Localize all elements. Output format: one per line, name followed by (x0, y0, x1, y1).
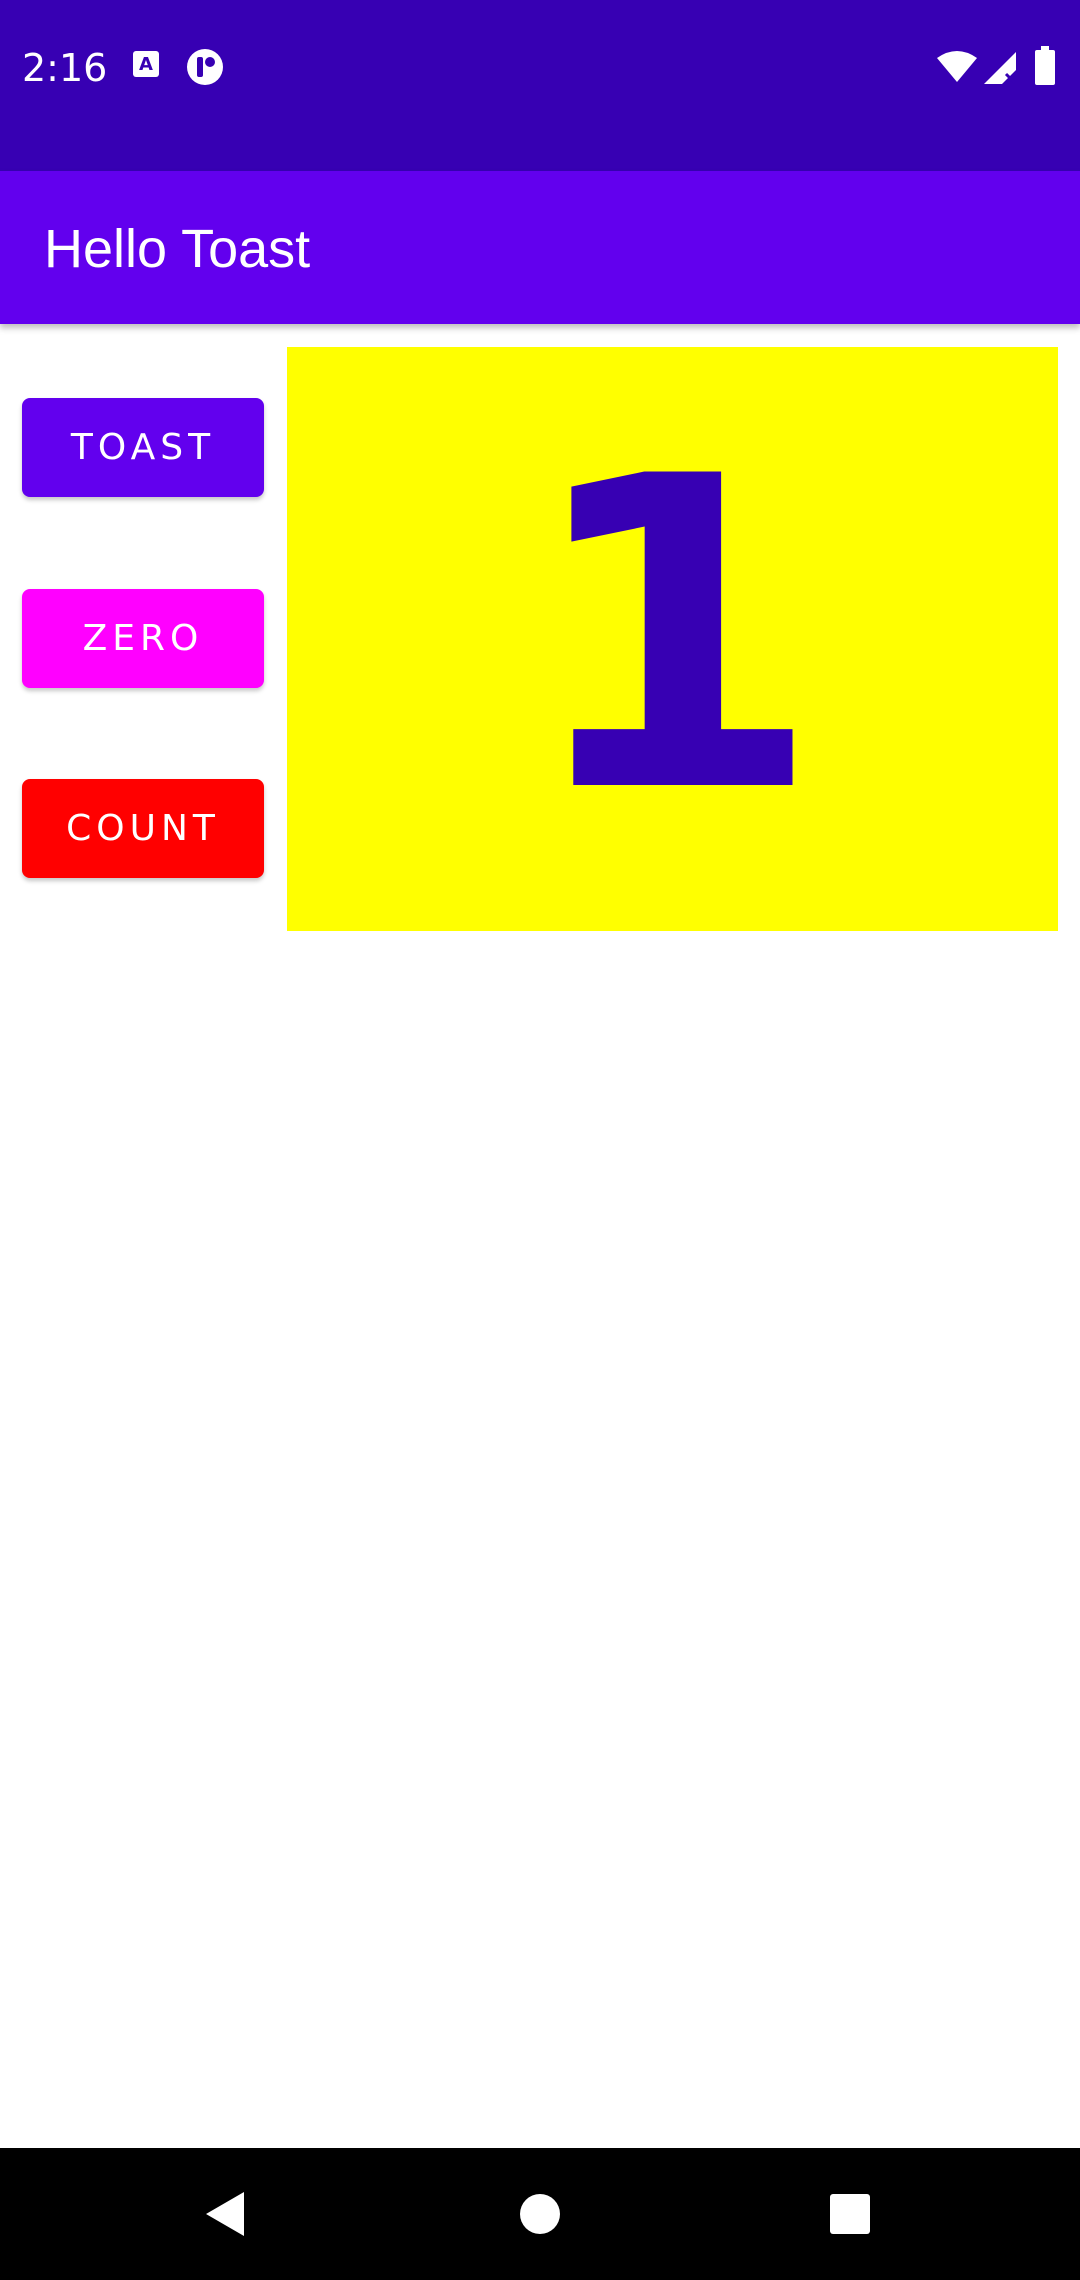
recents-icon[interactable] (784, 2148, 916, 2280)
signal-no-data-icon (982, 50, 1018, 91)
status-time: 2:16 (22, 46, 108, 90)
battery-icon (1034, 46, 1056, 91)
status-bar: 2:16 A (0, 0, 1080, 171)
circle-app-icon (186, 48, 224, 91)
app-title: Hello Toast (44, 219, 311, 279)
zero-button[interactable]: ZERO (22, 589, 264, 688)
count-value: 1 (522, 387, 823, 887)
wifi-icon (936, 50, 978, 89)
back-icon[interactable] (160, 2148, 292, 2280)
toast-button[interactable]: TOAST (22, 398, 264, 497)
app-bar: Hello Toast (0, 171, 1080, 324)
count-button[interactable]: COUNT (22, 779, 264, 878)
keyboard-a-icon: A (130, 48, 162, 85)
svg-text:A: A (139, 54, 153, 75)
count-display: 1 (287, 347, 1058, 931)
home-icon[interactable] (474, 2148, 606, 2280)
navigation-bar (0, 2148, 1080, 2280)
